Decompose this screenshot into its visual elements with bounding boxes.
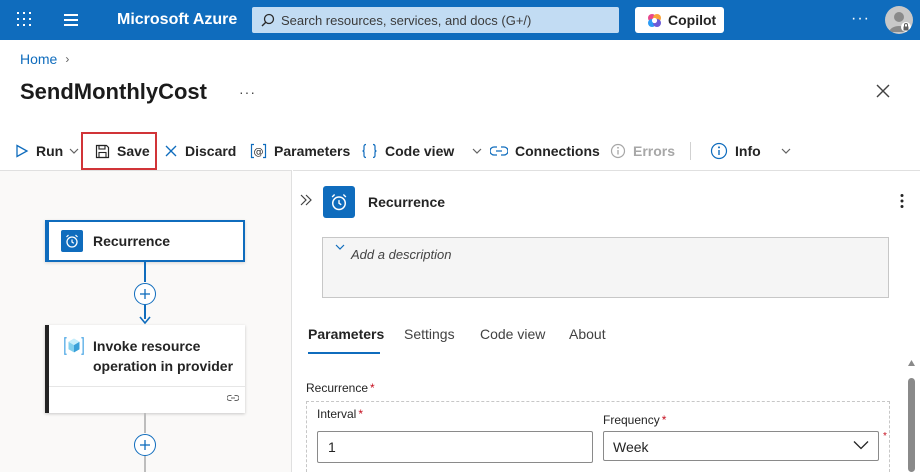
frequency-label-text: Frequency	[603, 413, 660, 427]
global-search[interactable]	[252, 7, 619, 33]
recurrence-section-label: Recurrence *	[306, 381, 375, 395]
copilot-icon	[648, 14, 661, 27]
tab-code-view[interactable]: Code view	[480, 318, 545, 356]
recurrence-card-title: Recurrence	[93, 233, 171, 249]
info-icon	[610, 143, 626, 159]
tab-parameters[interactable]: Parameters	[308, 318, 384, 356]
save-highlight-box	[81, 132, 157, 170]
invoke-resource-operation-card[interactable]: Invoke resource operation in provider	[45, 325, 245, 413]
recurrence-trigger-card[interactable]: Recurrence	[45, 220, 245, 262]
parameters-label: Parameters	[274, 143, 351, 159]
page-title: SendMonthlyCost	[20, 79, 207, 104]
chevron-right-icon: ›	[65, 52, 70, 66]
parameters-icon: @	[250, 143, 267, 159]
interval-label: Interval *	[317, 407, 363, 421]
required-mark: *	[661, 413, 667, 427]
search-input[interactable]	[281, 7, 611, 33]
more-options-button[interactable]: ···	[851, 10, 870, 28]
chevron-down-icon	[472, 148, 482, 154]
alarm-clock-icon	[323, 186, 355, 218]
scroll-thumb[interactable]	[908, 378, 915, 472]
close-icon[interactable]	[874, 82, 892, 100]
invoke-card-title-line2: operation in provider	[93, 358, 234, 374]
run-label: Run	[36, 143, 64, 159]
frequency-select[interactable]: Week	[603, 431, 879, 461]
card-divider	[49, 386, 245, 387]
panel-title: Recurrence	[368, 194, 446, 210]
required-mark: *	[358, 407, 364, 421]
copilot-label: Copilot	[668, 12, 717, 28]
code-view-button[interactable]: Code view	[361, 132, 482, 170]
connector-line	[144, 262, 146, 282]
plus-icon	[140, 289, 150, 299]
plus-icon	[140, 440, 150, 450]
connector-line	[144, 413, 146, 433]
insert-step-button[interactable]	[134, 283, 156, 305]
frequency-value: Week	[613, 439, 649, 455]
interval-input[interactable]	[317, 431, 593, 463]
insert-step-button[interactable]	[134, 434, 156, 456]
close-icon	[165, 145, 177, 157]
run-button[interactable]: Run	[15, 132, 79, 170]
description-field[interactable]: Add a description	[322, 237, 889, 298]
alarm-clock-icon	[61, 230, 83, 252]
connection-link-icon	[227, 395, 239, 401]
tab-settings[interactable]: Settings	[404, 318, 455, 356]
connector-line	[144, 456, 146, 472]
brand-title[interactable]: Microsoft Azure	[117, 11, 237, 29]
parameters-button[interactable]: @ Parameters	[250, 132, 350, 170]
user-icon	[889, 12, 911, 32]
copilot-button[interactable]: Copilot	[635, 7, 724, 33]
top-bar: Microsoft Azure Copilot ···	[0, 0, 920, 40]
frequency-label: Frequency *	[603, 413, 666, 427]
link-icon	[490, 146, 508, 156]
connections-button[interactable]: Connections	[490, 132, 600, 170]
recurrence-section-text: Recurrence	[306, 381, 369, 395]
app-launcher-icon[interactable]	[17, 12, 31, 26]
tab-about[interactable]: About	[569, 318, 606, 356]
info-label: Info	[735, 143, 761, 159]
title-more-button[interactable]: ···	[239, 84, 256, 100]
code-braces-icon	[362, 143, 377, 159]
avatar[interactable]	[885, 6, 913, 34]
info-icon	[710, 142, 728, 160]
svg-text:@: @	[254, 147, 264, 158]
chevron-down-icon	[781, 148, 791, 154]
connections-label: Connections	[515, 143, 600, 159]
search-icon	[261, 13, 275, 27]
toolbar-divider	[690, 142, 691, 160]
arrow-down-icon	[139, 316, 151, 325]
invoke-card-title-line1: Invoke resource	[93, 338, 201, 354]
info-button[interactable]: Info	[710, 132, 791, 170]
required-mark: *	[370, 381, 375, 395]
scroll-up-arrow-icon[interactable]	[908, 360, 915, 366]
portal-menu-icon[interactable]	[64, 14, 78, 26]
breadcrumb: Home ›	[20, 51, 69, 67]
description-placeholder: Add a description	[351, 247, 452, 262]
chevron-down-icon	[335, 244, 345, 250]
chevron-down-icon	[69, 148, 79, 154]
more-vertical-icon[interactable]	[899, 193, 905, 209]
resource-cube-icon	[63, 335, 85, 357]
discard-button[interactable]: Discard	[164, 132, 236, 170]
required-mark: *	[883, 431, 887, 442]
breadcrumb-home[interactable]: Home	[20, 51, 57, 67]
interval-label-text: Interval	[317, 407, 357, 421]
errors-label: Errors	[633, 143, 676, 159]
collapse-panel-icon[interactable]	[300, 194, 312, 206]
code-view-label: Code view	[385, 143, 455, 159]
play-icon	[16, 144, 29, 158]
errors-button[interactable]: Errors	[610, 132, 675, 170]
chevron-down-icon	[853, 441, 869, 450]
discard-label: Discard	[185, 143, 237, 159]
panel-scrollbar[interactable]	[905, 360, 917, 472]
